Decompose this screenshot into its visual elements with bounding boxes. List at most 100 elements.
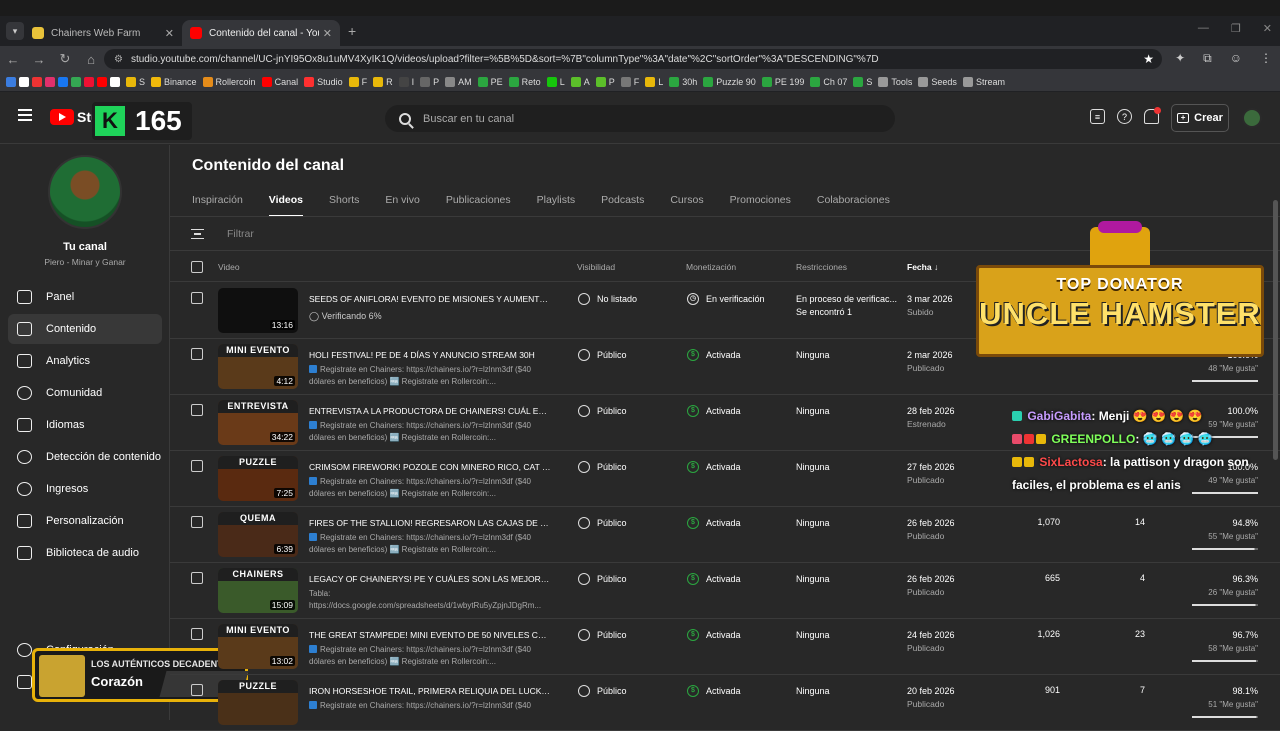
menu-icon[interactable] (18, 109, 32, 121)
visibility-cell[interactable]: Público (578, 461, 627, 473)
tab-podcasts[interactable]: Podcasts (601, 194, 644, 217)
feedback-icon[interactable]: ≡ (1090, 109, 1105, 124)
sidebar-item-detecci-n-de-contenido[interactable]: Detección de contenido (8, 442, 162, 472)
select-all-checkbox[interactable] (191, 261, 203, 273)
account-avatar[interactable] (1242, 108, 1262, 128)
scrollbar[interactable] (1273, 200, 1278, 460)
bookmark-item[interactable]: 30h (669, 76, 697, 87)
tab-shorts[interactable]: Shorts (329, 194, 359, 217)
tab-en-vivo[interactable]: En vivo (385, 194, 419, 217)
table-row[interactable]: MINI EVENTO 13:02 THE GREAT STAMPEDE! MINI… (170, 619, 1280, 675)
tab-search-button[interactable]: ▾ (6, 22, 24, 40)
sidebar-item-contenido[interactable]: Contenido (8, 314, 162, 344)
extensions-puzzle-icon[interactable]: ⧉ (1203, 51, 1212, 66)
sidebar-item-comunidad[interactable]: Comunidad (8, 378, 162, 408)
column-monetization[interactable]: Monetización (686, 262, 736, 272)
back-icon[interactable]: ← (0, 52, 26, 67)
url-field[interactable]: ⚙ studio.youtube.com/channel/UC-jnYI95Ox… (104, 49, 1162, 69)
tab-videos[interactable]: Videos (268, 194, 304, 217)
close-tab-icon[interactable]: ✕ (323, 27, 332, 40)
monetization-cell[interactable]: $ Activada (687, 405, 741, 417)
sidebar-item-idiomas[interactable]: Idiomas (8, 410, 162, 440)
row-checkbox[interactable] (191, 628, 203, 640)
bookmark-item[interactable]: F (348, 76, 367, 87)
tab-inspiraci-n[interactable]: Inspiración (192, 194, 243, 217)
tab-playlists[interactable]: Playlists (537, 194, 576, 217)
bookmark-item[interactable]: Stream (962, 76, 1005, 87)
video-thumbnail[interactable]: MINI EVENTO 13:02 (218, 624, 298, 669)
video-title[interactable]: IRON HORSESHOE TRAIL, PRIMERA RELIQUIA D… (309, 686, 551, 696)
extension-icon[interactable]: ✦ (1175, 51, 1185, 66)
browser-tab-chainers[interactable]: Chainers Web Farm ✕ (24, 20, 182, 46)
profile-icon[interactable]: ☺ (1230, 51, 1242, 66)
notifications-bell-icon[interactable] (1144, 107, 1161, 124)
bookmark-item[interactable]: Tools (878, 76, 912, 87)
browser-tab-youtube[interactable]: Contenido del canal - YouTube ✕ (182, 20, 340, 46)
search-bar[interactable]: Buscar en tu canal (385, 105, 895, 132)
bookmark-item[interactable]: Puzzle 90 (703, 76, 756, 87)
video-thumbnail[interactable]: MINI EVENTO 4:12 (218, 344, 298, 389)
bookmark-item[interactable]: A (570, 76, 590, 87)
monetization-cell[interactable]: $ Activada (687, 685, 741, 697)
bookmark-item[interactable]: P (420, 76, 439, 87)
row-checkbox[interactable] (191, 348, 203, 360)
sidebar-item-biblioteca-de-audio[interactable]: Biblioteca de audio (8, 538, 162, 568)
bookmark-item[interactable]: PE (477, 76, 503, 87)
row-checkbox[interactable] (191, 460, 203, 472)
browser-menu-icon[interactable]: ⋮ (1260, 51, 1272, 66)
video-thumbnail[interactable]: ENTREVISTA 34:22 (218, 400, 298, 445)
bookmark-item[interactable]: Studio (304, 76, 343, 87)
minimize-icon[interactable]: — (1198, 22, 1209, 35)
youtube-logo-icon[interactable] (50, 109, 74, 125)
visibility-cell[interactable]: Público (578, 405, 627, 417)
channel-name[interactable]: Tu canal (0, 241, 170, 253)
sidebar-item-personalizaci-n[interactable]: Personalización (8, 506, 162, 536)
sidebar-item-analytics[interactable]: Analytics (8, 346, 162, 376)
tab-colaboraciones[interactable]: Colaboraciones (817, 194, 890, 217)
bookmark-item[interactable]: Ch 07 (810, 76, 847, 87)
video-thumbnail[interactable]: 13:16 (218, 288, 298, 333)
column-visibility[interactable]: Visibilidad (577, 262, 615, 272)
bookmark-item[interactable]: AM (445, 76, 472, 87)
bookmark-item[interactable]: P (595, 76, 615, 87)
row-checkbox[interactable] (191, 516, 203, 528)
row-checkbox[interactable] (191, 404, 203, 416)
tab-promociones[interactable]: Promociones (730, 194, 791, 217)
tab-cursos[interactable]: Cursos (670, 194, 703, 217)
monetization-cell[interactable]: $ Activada (687, 573, 741, 585)
bookmark-item[interactable]: I (398, 76, 414, 87)
sidebar-item-ingresos[interactable]: Ingresos (8, 474, 162, 504)
table-row[interactable]: CHAINERS 15:09 LEGACY OF CHAINERYS! PE Y C… (170, 563, 1280, 619)
create-button[interactable]: + Crear (1171, 104, 1229, 132)
row-checkbox[interactable] (191, 572, 203, 584)
video-thumbnail[interactable]: PUZZLE 7:25 (218, 456, 298, 501)
video-title[interactable]: THE GREAT STAMPEDE! MINI EVENTO DE 50 NI… (309, 630, 551, 640)
table-row[interactable]: QUEMA 6:39 FIRES OF THE STALLION! REGRESAR… (170, 507, 1280, 563)
table-row[interactable]: PUZZLE IRON HORSESHOE TRAIL, PRIMERA RELI… (170, 675, 1280, 731)
monetization-cell[interactable]: ◷ En verificación (687, 293, 765, 305)
reload-icon[interactable]: ↻ (52, 51, 78, 67)
video-title[interactable]: HOLI FESTIVAL! PE DE 4 DÍAS Y ANUNCIO ST… (309, 350, 551, 360)
monetization-cell[interactable]: $ Activada (687, 461, 741, 473)
bookmark-item[interactable]: L (645, 76, 663, 87)
bookmark-item[interactable]: Reto (508, 76, 541, 87)
forward-icon[interactable]: → (26, 52, 52, 67)
visibility-cell[interactable]: Público (578, 685, 627, 697)
apps-bookmark-icons[interactable] (6, 76, 120, 87)
new-tab-icon[interactable]: + (348, 23, 356, 39)
maximize-icon[interactable]: ❐ (1231, 22, 1241, 35)
bookmark-item[interactable]: R (373, 76, 393, 87)
column-restrictions[interactable]: Restricciones (796, 262, 847, 272)
visibility-cell[interactable]: No listado (578, 293, 637, 305)
video-thumbnail[interactable]: CHAINERS 15:09 (218, 568, 298, 613)
monetization-cell[interactable]: $ Activada (687, 629, 741, 641)
bookmark-star-icon[interactable]: ★ (1143, 52, 1154, 66)
sidebar-item-panel[interactable]: Panel (8, 282, 162, 312)
bookmark-item[interactable]: S (126, 76, 145, 87)
monetization-cell[interactable]: $ Activada (687, 349, 741, 361)
visibility-cell[interactable]: Público (578, 517, 627, 529)
tab-publicaciones[interactable]: Publicaciones (446, 194, 511, 217)
channel-avatar[interactable] (48, 155, 122, 229)
bookmark-item[interactable]: Seeds (918, 76, 957, 87)
help-icon[interactable]: ? (1117, 109, 1132, 124)
